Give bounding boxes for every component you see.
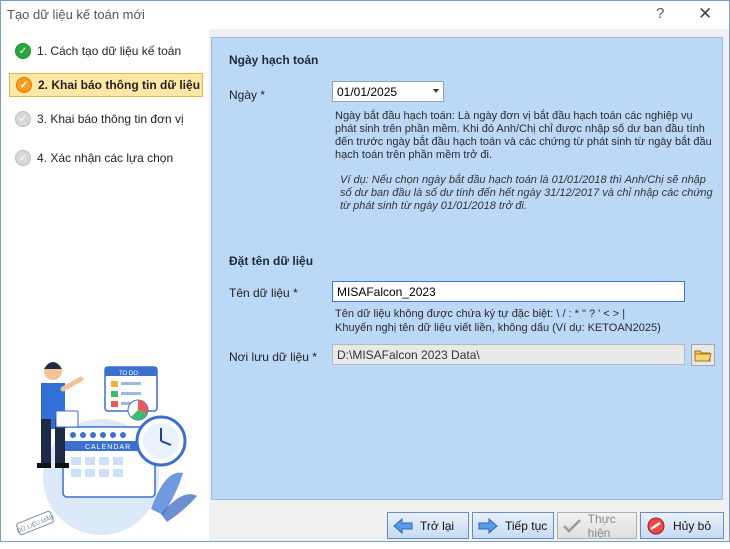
step-3[interactable]: ✓ 3. Khai báo thông tin đơn vị — [9, 107, 203, 131]
data-name-label: Tên dữ liệu * — [229, 286, 298, 300]
window-title: Tạo dữ liệu kế toán mới — [7, 7, 145, 22]
dialog-window: Tạo dữ liệu kế toán mới ? ✕ ✓ 1. Cách tạ… — [0, 0, 730, 542]
accounting-date-section-title: Ngày hạch toán — [229, 53, 319, 67]
step-1-label: 1. Cách tạo dữ liệu kế toán — [37, 44, 182, 58]
calendar-illustration: TO DO CALENDAR DỮ LIỆU MẪU — [16, 362, 197, 536]
date-example: Ví dụ: Nếu chọn ngày bắt đầu hạch toán l… — [340, 174, 713, 212]
date-label: Ngày * — [229, 88, 266, 102]
finish-button[interactable]: Thực hiện — [557, 511, 637, 540]
browse-folder-button[interactable] — [691, 344, 715, 366]
location-label: Nơi lưu dữ liệu * — [229, 350, 317, 364]
step-3-label: 3. Khai báo thông tin đơn vị — [37, 112, 184, 126]
data-name-hint-1: Tên dữ liệu không được chứa ký tự đặc bi… — [335, 308, 626, 320]
step-4-label: 4. Xác nhận các lựa chọn — [37, 151, 174, 165]
location-value: D:\MISAFalcon 2023 Data\ — [337, 348, 480, 362]
next-button-label: Tiếp tục — [505, 518, 548, 533]
check-icon: ✓ — [15, 111, 31, 127]
date-description: Ngày bắt đầu hạch toán: Là ngày đơn vị b… — [335, 110, 712, 161]
cancel-icon — [645, 517, 667, 535]
data-name-section-title: Đặt tên dữ liệu — [229, 254, 314, 268]
step-4[interactable]: ✓ 4. Xác nhận các lựa chọn — [9, 146, 203, 170]
check-icon: ✓ — [16, 77, 32, 93]
step-2-label: 2. Khai báo thông tin dữ liệu — [38, 78, 201, 92]
check-icon: ✓ — [15, 43, 31, 59]
content-area: Ngày hạch toán Ngày * 01/01/2025 Ngày bắ… — [209, 29, 729, 541]
next-button[interactable]: Tiếp tục — [472, 512, 554, 539]
help-button[interactable]: ? — [656, 5, 664, 22]
wizard-steps-panel: ✓ 1. Cách tạo dữ liệu kế toán ✓ 2. Khai … — [1, 29, 209, 541]
location-input[interactable]: D:\MISAFalcon 2023 Data\ — [332, 344, 685, 365]
data-name-input[interactable]: MISAFalcon_2023 — [332, 281, 685, 302]
button-bar: Trở lại Tiếp tục Thực hiện Hủy bỏ — [209, 504, 729, 541]
checkmark-icon — [562, 517, 582, 535]
title-bar: Tạo dữ liệu kế toán mới ? ✕ — [1, 1, 729, 29]
finish-button-label: Thực hiện — [587, 511, 616, 540]
folder-icon — [694, 350, 712, 362]
check-icon: ✓ — [15, 150, 31, 166]
date-value: 01/01/2025 — [337, 85, 398, 99]
todo-board-title: TO DO — [119, 371, 138, 377]
step-2[interactable]: ✓ 2. Khai báo thông tin dữ liệu — [9, 73, 203, 97]
arrow-left-icon — [392, 517, 414, 535]
data-name-hint-2: Khuyến nghị tên dữ liệu viết liền, không… — [335, 322, 661, 334]
dropdown-arrow-icon[interactable] — [433, 89, 439, 93]
step-1[interactable]: ✓ 1. Cách tạo dữ liệu kế toán — [9, 39, 203, 63]
back-button[interactable]: Trở lại — [387, 512, 469, 539]
arrow-right-icon — [477, 517, 499, 535]
form-panel: Ngày hạch toán Ngày * 01/01/2025 Ngày bắ… — [211, 37, 723, 500]
data-name-value: MISAFalcon_2023 — [337, 285, 436, 299]
back-button-label: Trở lại — [420, 518, 455, 533]
cancel-button-label: Hủy bỏ — [673, 518, 712, 533]
calendar-word: CALENDAR — [85, 444, 131, 451]
cancel-button[interactable]: Hủy bỏ — [640, 512, 724, 539]
close-button[interactable]: ✕ — [698, 4, 712, 24]
date-picker[interactable]: 01/01/2025 — [332, 81, 444, 102]
